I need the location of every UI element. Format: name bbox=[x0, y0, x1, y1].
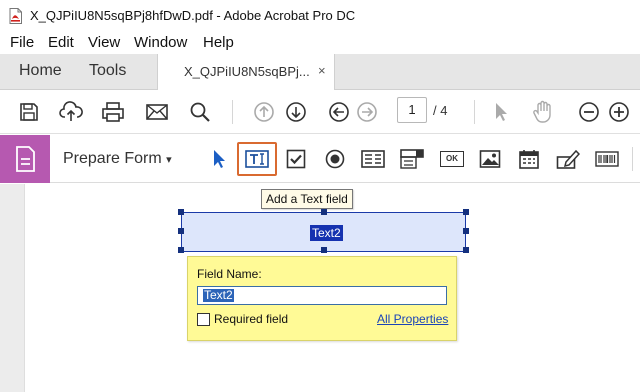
menu-window[interactable]: Window bbox=[134, 34, 187, 51]
title-bar: X_QJPiIU8N5sqBPj8hfDwD.pdf - Adobe Acrob… bbox=[0, 0, 640, 32]
toolbar-divider bbox=[232, 100, 233, 124]
tab-tools[interactable]: Tools bbox=[89, 62, 126, 80]
resize-handle-right[interactable] bbox=[463, 228, 469, 234]
list-box-icon[interactable] bbox=[361, 147, 385, 171]
tab-bar: Home Tools X_QJPiIU8N5sqBPj... × bbox=[0, 54, 640, 91]
field-properties-popover: Field Name: Text2 Required field All Pro… bbox=[187, 256, 457, 341]
previous-page-icon[interactable] bbox=[252, 100, 276, 124]
save-icon[interactable] bbox=[17, 100, 41, 124]
main-toolbar: 1 / 4 bbox=[0, 90, 640, 134]
resize-handle-bottom[interactable] bbox=[321, 247, 327, 253]
text-field-widget[interactable]: Text2 bbox=[178, 209, 469, 253]
all-properties-link[interactable]: All Properties bbox=[377, 312, 448, 326]
prepare-form-label[interactable]: Prepare Form ▾ bbox=[63, 150, 172, 168]
next-page-icon[interactable] bbox=[284, 100, 308, 124]
menu-help[interactable]: Help bbox=[203, 34, 234, 51]
tab-home[interactable]: Home bbox=[19, 62, 62, 80]
button-icon[interactable]: OK bbox=[440, 147, 464, 171]
tab-document[interactable]: X_QJPiIU8N5sqBPj... × bbox=[157, 54, 335, 91]
resize-handle-bottom-left[interactable] bbox=[178, 247, 184, 253]
pdf-file-icon bbox=[9, 8, 22, 24]
tab-document-label: X_QJPiIU8N5sqBPj... bbox=[184, 64, 310, 79]
field-name-input[interactable]: Text2 bbox=[197, 286, 447, 305]
print-icon[interactable] bbox=[101, 100, 125, 124]
field-name-heading: Field Name: bbox=[197, 267, 262, 281]
email-icon[interactable] bbox=[145, 100, 169, 124]
menu-view[interactable]: View bbox=[88, 34, 120, 51]
dropdown-list-icon[interactable] bbox=[400, 147, 424, 171]
prepare-form-title: Prepare Form bbox=[63, 150, 162, 167]
field-name-value: Text2 bbox=[203, 288, 234, 302]
field-name-label: Text2 bbox=[310, 225, 343, 241]
signature-field-icon[interactable] bbox=[556, 147, 580, 171]
prepare-form-tool-badge bbox=[0, 135, 50, 183]
prepare-form-toolbar: Prepare Form ▾ OK bbox=[0, 135, 640, 183]
resize-handle-bottom-right[interactable] bbox=[463, 247, 469, 253]
zoom-in-icon[interactable] bbox=[607, 100, 631, 124]
form-document-icon bbox=[16, 146, 35, 172]
radio-button-icon[interactable] bbox=[323, 147, 347, 171]
required-field-label[interactable]: Required field bbox=[214, 312, 288, 326]
left-navigation-pane[interactable] bbox=[0, 184, 25, 392]
toolbar-divider bbox=[474, 100, 475, 124]
window-title: X_QJPiIU8N5sqBPj8hfDwD.pdf - Adobe Acrob… bbox=[30, 8, 356, 23]
menu-file[interactable]: File bbox=[10, 34, 34, 51]
checkbox-icon[interactable] bbox=[284, 147, 308, 171]
date-field-icon[interactable] bbox=[517, 147, 541, 171]
select-object-icon[interactable] bbox=[207, 147, 231, 171]
cloud-upload-icon[interactable] bbox=[59, 100, 83, 124]
forward-icon[interactable] bbox=[355, 100, 379, 124]
zoom-out-icon[interactable] bbox=[577, 100, 601, 124]
back-icon[interactable] bbox=[327, 100, 351, 124]
menu-edit[interactable]: Edit bbox=[48, 34, 74, 51]
text-field-icon[interactable] bbox=[245, 147, 269, 171]
page-number-input[interactable]: 1 bbox=[397, 97, 427, 123]
required-field-checkbox[interactable] bbox=[197, 313, 210, 326]
close-icon[interactable]: × bbox=[318, 63, 326, 78]
resize-handle-top-right[interactable] bbox=[463, 209, 469, 215]
page-total: / 4 bbox=[433, 103, 448, 118]
resize-handle-top[interactable] bbox=[321, 209, 327, 215]
image-icon[interactable] bbox=[478, 147, 502, 171]
menu-bar: File Edit View Window Help bbox=[0, 32, 640, 54]
resize-handle-left[interactable] bbox=[178, 228, 184, 234]
tooltip: Add a Text field bbox=[261, 189, 353, 209]
hand-tool-icon[interactable] bbox=[531, 100, 555, 124]
resize-handle-top-left[interactable] bbox=[178, 209, 184, 215]
barcode-icon[interactable] bbox=[595, 147, 619, 171]
select-cursor-icon[interactable] bbox=[489, 100, 513, 124]
button-icon-text: OK bbox=[440, 151, 464, 167]
chevron-down-icon: ▾ bbox=[166, 154, 172, 166]
search-icon[interactable] bbox=[188, 100, 212, 124]
toolbar-divider bbox=[632, 147, 633, 171]
